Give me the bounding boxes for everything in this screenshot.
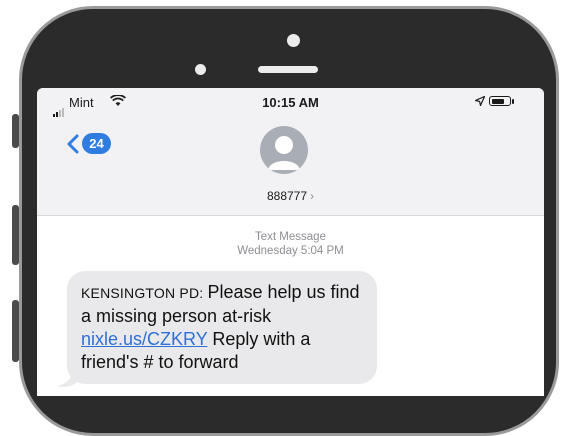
message-meta: Text Message Wednesday 5:04 PM xyxy=(37,230,544,258)
mute-switch xyxy=(12,114,19,148)
message-type-label: Text Message xyxy=(255,231,326,243)
chevron-right-icon: › xyxy=(310,189,315,203)
message-link[interactable]: nixle.us/CZKRY xyxy=(81,329,207,349)
contact-name[interactable]: 888777 › xyxy=(37,189,544,203)
conversation-header: Mint 10:15 AM 24 888777 › xyxy=(37,88,544,216)
battery-nub xyxy=(512,99,514,104)
earpiece-speaker xyxy=(258,66,318,73)
message-bubble[interactable]: KENSINGTON PD: Please help us find a mis… xyxy=(67,271,377,384)
chevron-left-icon xyxy=(67,134,79,153)
message-timestamp: Wednesday 5:04 PM xyxy=(237,245,344,257)
person-avatar-icon[interactable] xyxy=(260,126,308,174)
status-bar: Mint 10:15 AM xyxy=(37,88,544,117)
volume-up-button xyxy=(12,205,19,265)
message-sender: KENSINGTON PD: xyxy=(81,285,208,301)
phone-screen: Mint 10:15 AM 24 888777 › Text Message W… xyxy=(37,88,544,396)
contact-number: 888777 xyxy=(266,189,308,203)
avatar-silhouette xyxy=(268,136,300,170)
front-camera xyxy=(287,34,300,47)
unread-count-badge: 24 xyxy=(82,133,111,154)
proximity-sensor xyxy=(195,64,206,75)
volume-down-button xyxy=(12,300,19,362)
battery-icon xyxy=(489,96,511,106)
back-button[interactable]: 24 xyxy=(67,133,111,154)
location-arrow-icon xyxy=(475,96,485,106)
status-time: 10:15 AM xyxy=(262,95,319,110)
